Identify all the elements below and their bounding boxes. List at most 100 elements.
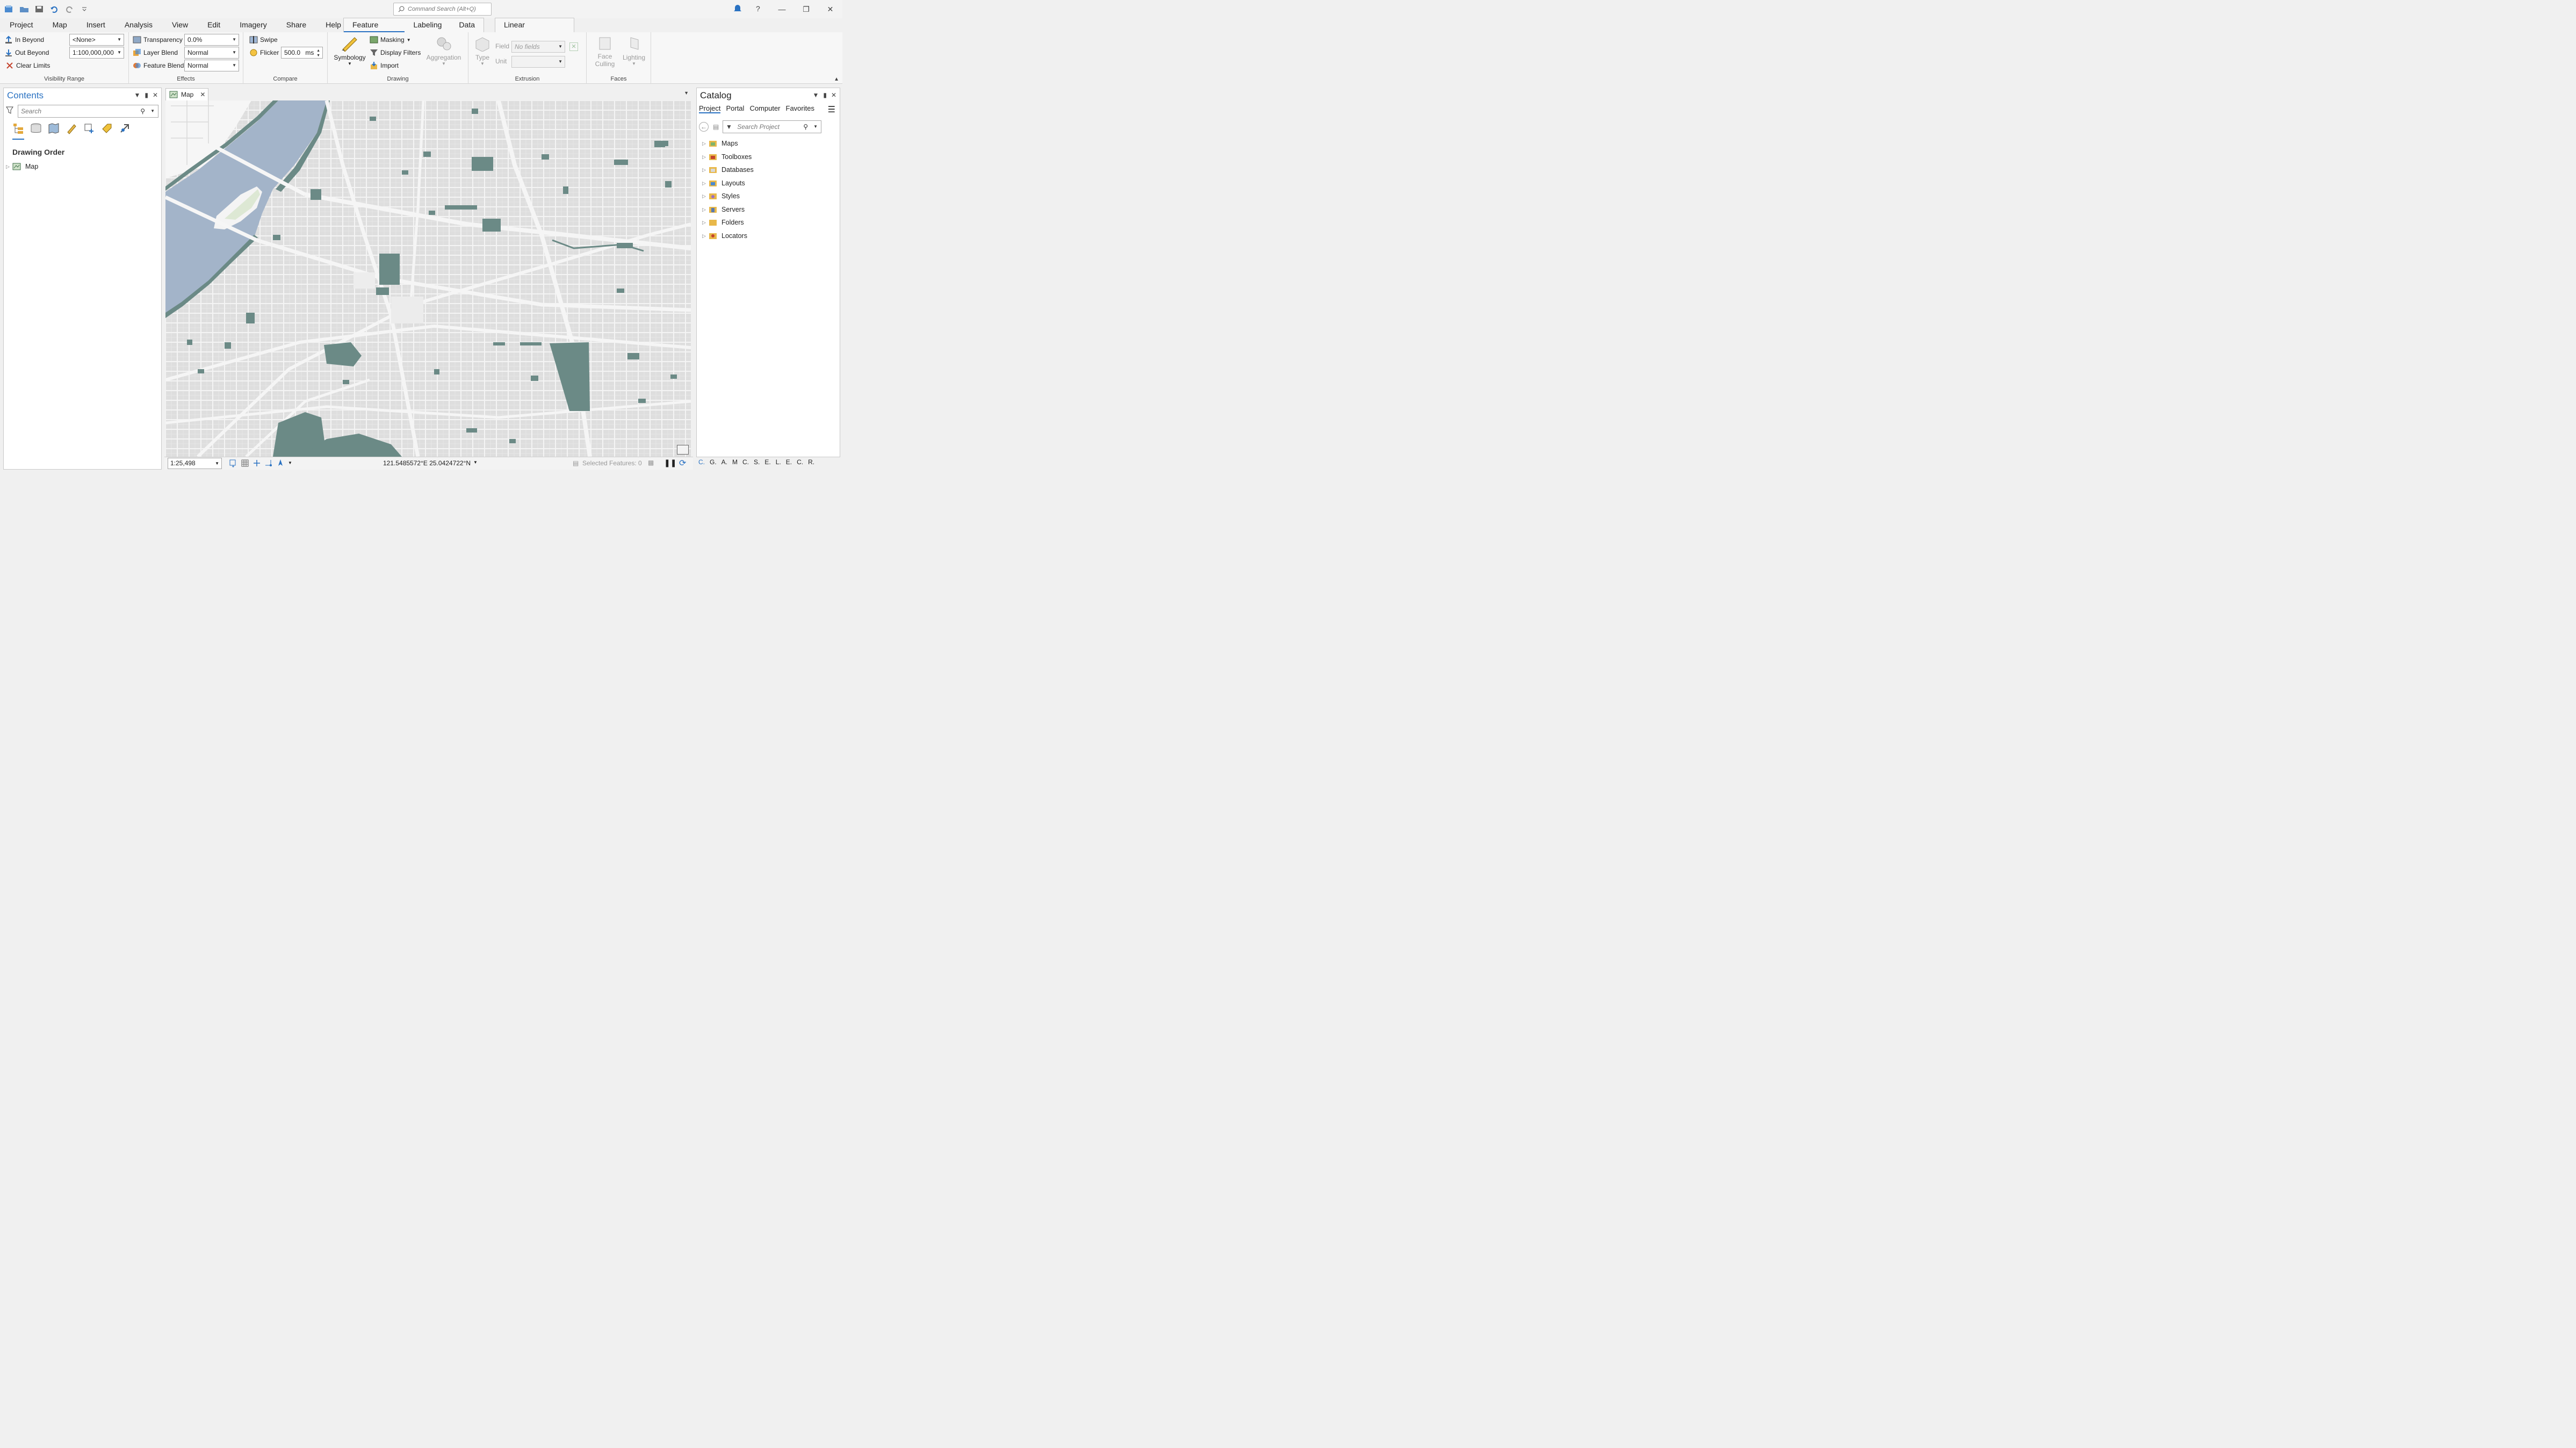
contents-search-input[interactable]: Search ⚲ ▼ bbox=[18, 105, 158, 118]
flicker-rate-input[interactable]: 500.0 ms ▲ ▼ bbox=[281, 47, 323, 59]
catalog-item-databases[interactable]: ▷ Databases bbox=[702, 166, 754, 174]
expand-icon[interactable]: ▷ bbox=[6, 164, 12, 170]
tab-edit[interactable]: Edit bbox=[198, 18, 230, 32]
redo-icon[interactable] bbox=[63, 3, 75, 15]
tab-labeling[interactable]: Labeling bbox=[405, 18, 450, 32]
out-beyond-button[interactable]: Out Beyond bbox=[4, 47, 49, 59]
dock-tab-element[interactable]: E. bbox=[764, 458, 770, 469]
chevron-down-icon[interactable]: ▼ bbox=[684, 90, 689, 96]
map-view-tab[interactable]: Map ✕ bbox=[165, 88, 208, 100]
expand-icon[interactable]: ▷ bbox=[702, 167, 709, 173]
catalog-item-maps[interactable]: ▷ Maps bbox=[702, 140, 738, 147]
catalog-item-layouts[interactable]: ▷ Layouts bbox=[702, 179, 745, 187]
list-by-drawing-order-icon[interactable] bbox=[12, 123, 24, 140]
refresh-selection-icon[interactable]: ▩ bbox=[648, 459, 654, 466]
pin-icon[interactable]: ▮ bbox=[823, 91, 827, 99]
display-filters-button[interactable]: Display Filters bbox=[370, 47, 421, 59]
catalog-item-styles[interactable]: ▷ Styles bbox=[702, 192, 740, 200]
open-project-icon[interactable] bbox=[18, 3, 30, 15]
chevron-down-icon[interactable]: ▼ bbox=[288, 459, 292, 469]
catalog-tab-project[interactable]: Project bbox=[699, 104, 721, 113]
close-icon[interactable]: ✕ bbox=[153, 91, 158, 99]
clear-limits-button[interactable]: Clear Limits bbox=[5, 60, 50, 71]
new-project-icon[interactable] bbox=[3, 3, 15, 15]
catalog-tab-computer[interactable]: Computer bbox=[749, 104, 780, 113]
filter-icon[interactable] bbox=[6, 106, 13, 116]
notifications-icon[interactable] bbox=[733, 4, 742, 16]
list-by-source-icon[interactable] bbox=[30, 123, 42, 140]
save-project-icon[interactable] bbox=[33, 3, 45, 15]
map-scale-select[interactable]: 1:25,498 ▼ bbox=[168, 458, 222, 469]
pause-drawing-icon[interactable]: ❚❚ bbox=[664, 458, 676, 467]
dock-tab-geoprocessing[interactable]: G. bbox=[710, 458, 717, 469]
swipe-button[interactable]: Swipe bbox=[249, 34, 278, 46]
dock-tab-locate[interactable]: L. bbox=[776, 458, 781, 469]
expression-icon[interactable]: ✕ bbox=[569, 42, 578, 51]
list-by-editing-icon[interactable] bbox=[66, 123, 77, 140]
catalog-tab-favorites[interactable]: Favorites bbox=[786, 104, 814, 113]
catalog-search-input[interactable]: ▼ Search Project ⚲ ▼ bbox=[723, 120, 821, 133]
list-by-labeling-icon[interactable] bbox=[101, 123, 113, 140]
out-beyond-scale-select[interactable]: 1:100,000,000 ▼ bbox=[69, 47, 124, 59]
command-search-input[interactable]: Command Search (Alt+Q) bbox=[393, 3, 492, 16]
snapping-icon[interactable] bbox=[264, 459, 273, 469]
expand-icon[interactable]: ▷ bbox=[702, 181, 709, 186]
dock-tab-attributes[interactable]: A. bbox=[721, 458, 727, 469]
expand-icon[interactable]: ▷ bbox=[702, 154, 709, 160]
layer-blend-select[interactable]: Normal ▼ bbox=[184, 47, 239, 59]
catalog-item-servers[interactable]: ▷ Servers bbox=[702, 206, 745, 213]
tab-insert[interactable]: Insert bbox=[77, 18, 115, 32]
north-arrow-icon[interactable] bbox=[276, 459, 285, 469]
dock-tab-symbology[interactable]: S. bbox=[754, 458, 760, 469]
lighting-button[interactable]: Lighting ▼ bbox=[620, 35, 648, 66]
tab-view[interactable]: View bbox=[162, 18, 198, 32]
navigation-icon[interactable] bbox=[252, 459, 261, 469]
minimize-button[interactable]: — bbox=[770, 0, 794, 18]
chevron-down-icon[interactable]: ▼ bbox=[473, 460, 478, 465]
tab-linear-referencing[interactable]: Linear Referencing bbox=[495, 18, 574, 42]
tab-imagery[interactable]: Imagery bbox=[230, 18, 277, 32]
extrusion-field-select[interactable]: No fields ▼ bbox=[511, 41, 565, 53]
tab-feature-layer[interactable]: Feature Layer bbox=[344, 18, 405, 42]
symbology-button[interactable]: Symbology ▼ bbox=[333, 35, 367, 66]
catalog-tab-portal[interactable]: Portal bbox=[726, 104, 744, 113]
catalog-item-toolboxes[interactable]: ▷ Toolboxes bbox=[702, 153, 752, 161]
pin-icon[interactable]: ▮ bbox=[145, 91, 148, 99]
feature-blend-select[interactable]: Normal ▼ bbox=[184, 60, 239, 71]
extrusion-type-button[interactable]: Type ▼ bbox=[473, 35, 492, 66]
close-icon[interactable]: ✕ bbox=[831, 91, 836, 99]
search-icon[interactable]: ⚲ bbox=[140, 105, 145, 117]
tab-map[interactable]: Map bbox=[43, 18, 77, 32]
overview-map-icon[interactable] bbox=[677, 445, 689, 455]
dock-tab-catalog[interactable]: C. bbox=[698, 458, 705, 469]
expand-icon[interactable]: ▷ bbox=[702, 141, 709, 147]
spinner-icon[interactable]: ▲ ▼ bbox=[316, 48, 320, 58]
fixed-zoom-icon[interactable] bbox=[229, 459, 237, 469]
collapse-ribbon-icon[interactable]: ▲ bbox=[834, 76, 839, 82]
expand-icon[interactable]: ▷ bbox=[702, 233, 709, 239]
menu-icon[interactable]: ☰ bbox=[828, 104, 835, 115]
tab-project[interactable]: Project bbox=[0, 18, 43, 32]
dock-tab-create[interactable]: C. bbox=[742, 458, 749, 469]
close-icon[interactable]: ✕ bbox=[200, 91, 205, 98]
pane-options-icon[interactable]: ▼ bbox=[134, 91, 140, 99]
refresh-icon[interactable]: ⟳ bbox=[679, 458, 686, 469]
expand-icon[interactable]: ▷ bbox=[702, 207, 709, 213]
help-icon[interactable]: ? bbox=[756, 4, 760, 13]
tab-analysis[interactable]: Analysis bbox=[115, 18, 162, 32]
filter-icon[interactable]: ▼ bbox=[726, 123, 732, 131]
close-button[interactable]: ✕ bbox=[818, 0, 842, 18]
back-icon[interactable]: ← bbox=[699, 122, 709, 132]
catalog-home-icon[interactable]: ▤ bbox=[713, 123, 719, 131]
undo-icon[interactable] bbox=[48, 3, 60, 15]
catalog-item-folders[interactable]: ▷ Folders bbox=[702, 219, 744, 226]
expand-icon[interactable]: ▷ bbox=[702, 193, 709, 199]
in-beyond-button[interactable]: In Beyond bbox=[4, 34, 44, 46]
customize-toolbar-icon[interactable] bbox=[78, 3, 90, 15]
contents-item-map[interactable]: ▷ Map bbox=[6, 163, 38, 170]
chevron-down-icon[interactable]: ▼ bbox=[813, 121, 818, 133]
import-button[interactable]: Import bbox=[370, 60, 399, 71]
dock-tab-explore[interactable]: E. bbox=[786, 458, 792, 469]
dock-tab-results[interactable]: R. bbox=[808, 458, 814, 469]
chevron-down-icon[interactable]: ▼ bbox=[150, 105, 155, 117]
